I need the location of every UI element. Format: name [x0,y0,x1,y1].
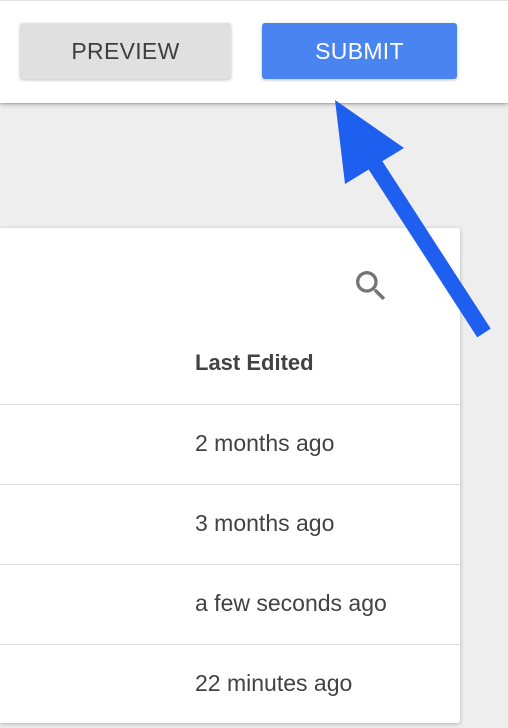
table-row[interactable]: 22 minutes ago [0,645,460,723]
column-header-last-edited[interactable]: Last Edited [195,350,314,376]
table-row[interactable]: 3 months ago [0,485,460,565]
table-row[interactable]: 2 months ago [0,405,460,485]
search-icon [356,271,386,301]
table-body: 2 months ago 3 months ago a few seconds … [0,404,460,723]
submit-button[interactable]: SUBMIT [262,23,457,79]
last-edited-cell: a few seconds ago [195,590,387,616]
top-toolbar: PREVIEW SUBMIT [0,0,508,103]
last-edited-cell: 2 months ago [195,430,335,456]
data-table-card: Last Edited 2 months ago 3 months ago a … [0,228,460,723]
preview-button[interactable]: PREVIEW [20,23,231,79]
last-edited-cell: 22 minutes ago [195,670,353,696]
last-edited-cell: 3 months ago [195,510,335,536]
search-button[interactable] [350,265,392,307]
table-row[interactable]: a few seconds ago [0,565,460,645]
